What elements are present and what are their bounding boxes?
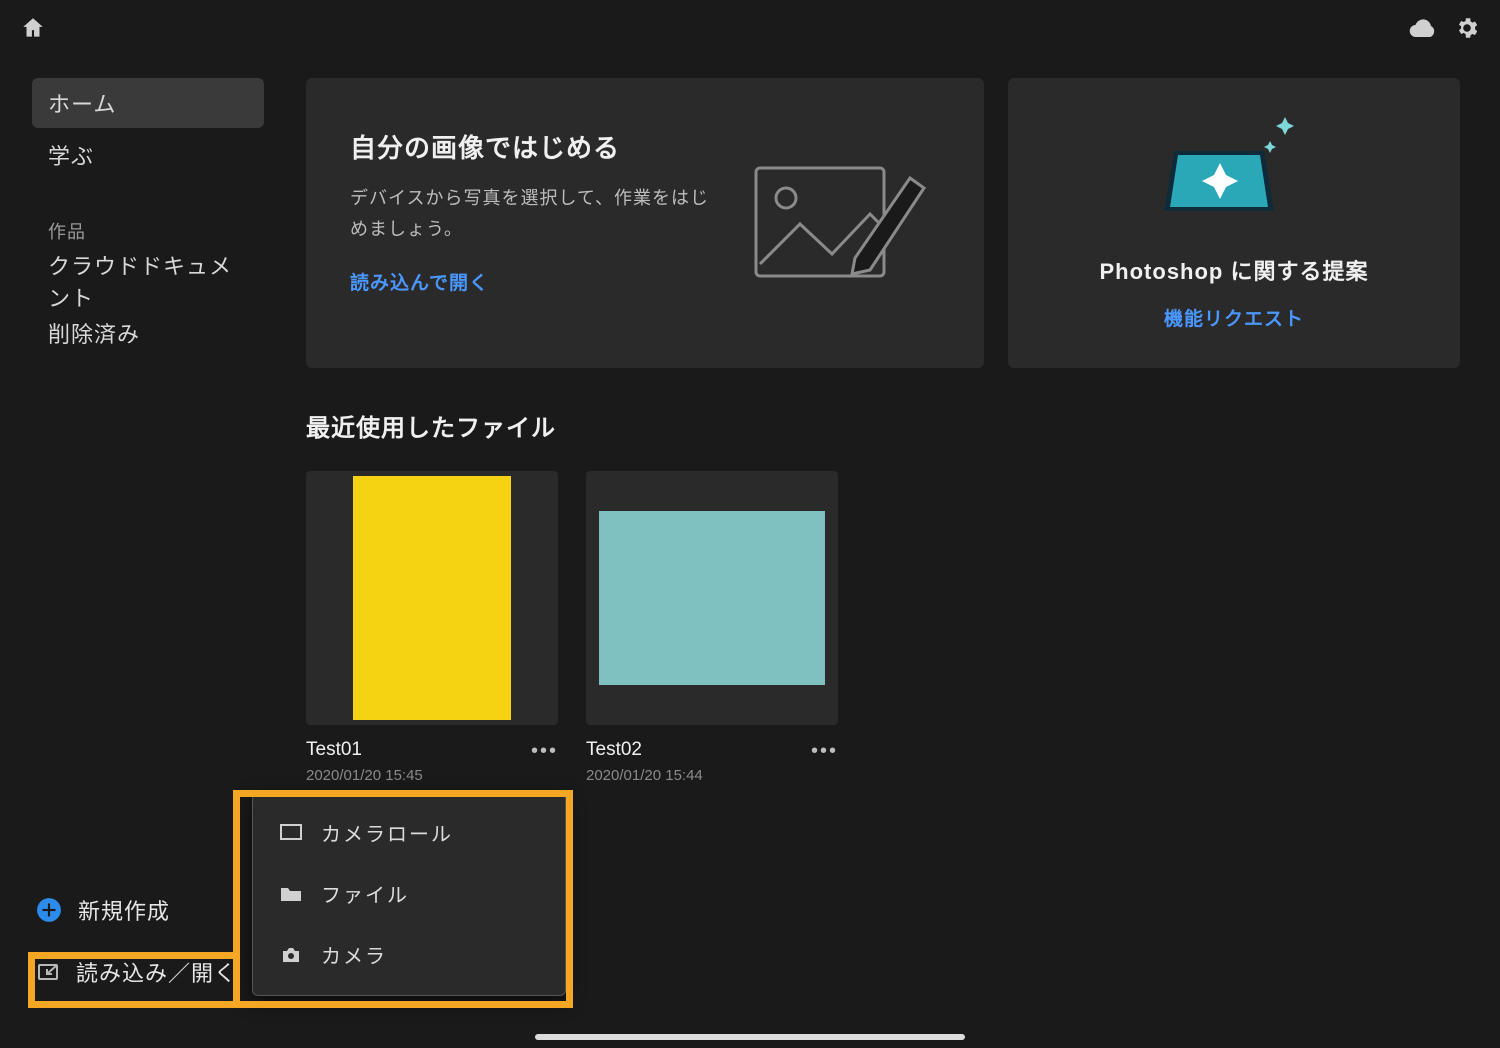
popup-item-label: カメラロール bbox=[321, 818, 453, 847]
sidebar-item-learn[interactable]: 学ぶ bbox=[32, 130, 264, 180]
popup-item-label: ファイル bbox=[321, 879, 409, 908]
sidebar-item-home[interactable]: ホーム bbox=[32, 78, 264, 128]
card-title: 自分の画像ではじめる bbox=[350, 128, 726, 165]
sidebar-item-label: クラウドドキュメント bbox=[48, 249, 248, 313]
card-body: デバイスから写真を選択して、作業をはじめましょう。 bbox=[350, 183, 726, 244]
card-link-feature-request[interactable]: 機能リクエスト bbox=[1164, 304, 1304, 331]
more-icon[interactable]: ••• bbox=[531, 739, 558, 761]
import-popup: カメラロール ファイル カメラ bbox=[252, 791, 566, 996]
button-label: 新規作成 bbox=[78, 894, 170, 926]
file-tile[interactable]: Test01 2020/01/20 15:45 ••• bbox=[306, 471, 558, 784]
sidebar-item-label: 削除済み bbox=[48, 317, 140, 349]
more-icon[interactable]: ••• bbox=[811, 739, 838, 761]
file-date: 2020/01/20 15:45 bbox=[306, 767, 423, 784]
file-date: 2020/01/20 15:44 bbox=[586, 767, 703, 784]
file-name: Test02 bbox=[586, 739, 703, 761]
card-link-import-open[interactable]: 読み込んで開く bbox=[350, 268, 726, 295]
folder-icon bbox=[279, 885, 303, 903]
popup-item-label: カメラ bbox=[321, 940, 387, 969]
home-icon[interactable] bbox=[20, 15, 46, 41]
sparkle-image-icon bbox=[1164, 115, 1304, 230]
gear-icon[interactable] bbox=[1454, 15, 1480, 41]
popup-item-files[interactable]: ファイル bbox=[253, 863, 565, 924]
sidebar-item-label: 学ぶ bbox=[48, 139, 94, 171]
cloud-icon[interactable] bbox=[1408, 17, 1438, 39]
card-title: Photoshop に関する提案 bbox=[1100, 254, 1369, 286]
card-start-with-image[interactable]: 自分の画像ではじめる デバイスから写真を選択して、作業をはじめましょう。 読み込… bbox=[306, 78, 984, 368]
sidebar-item-deleted[interactable]: 削除済み bbox=[32, 308, 264, 358]
plus-circle-icon bbox=[36, 897, 62, 923]
file-tile[interactable]: Test02 2020/01/20 15:44 ••• bbox=[586, 471, 838, 784]
file-name: Test01 bbox=[306, 739, 423, 761]
camera-icon bbox=[279, 946, 303, 964]
popup-item-camera[interactable]: カメラ bbox=[253, 924, 565, 985]
sidebar-item-label: ホーム bbox=[48, 87, 116, 119]
topbar bbox=[0, 0, 1500, 56]
button-label: 読み込み／開く bbox=[76, 956, 237, 988]
file-thumbnail bbox=[586, 471, 838, 725]
file-thumbnail bbox=[306, 471, 558, 725]
popup-item-camera-roll[interactable]: カメラロール bbox=[253, 802, 565, 863]
image-pencil-icon bbox=[750, 128, 940, 318]
sidebar-heading-works: 作品 bbox=[32, 182, 264, 256]
bottom-actions: 新規作成 読み込み／開く bbox=[36, 894, 237, 988]
home-indicator bbox=[535, 1034, 965, 1040]
recent-heading: 最近使用したファイル bbox=[306, 408, 1460, 443]
import-icon bbox=[36, 960, 60, 984]
camera-roll-icon bbox=[279, 824, 303, 842]
new-button[interactable]: 新規作成 bbox=[36, 894, 237, 926]
sidebar-item-cloud-documents[interactable]: クラウドドキュメント bbox=[32, 256, 264, 306]
card-suggestions[interactable]: Photoshop に関する提案 機能リクエスト bbox=[1008, 78, 1460, 368]
import-open-button[interactable]: 読み込み／開く bbox=[36, 956, 237, 988]
